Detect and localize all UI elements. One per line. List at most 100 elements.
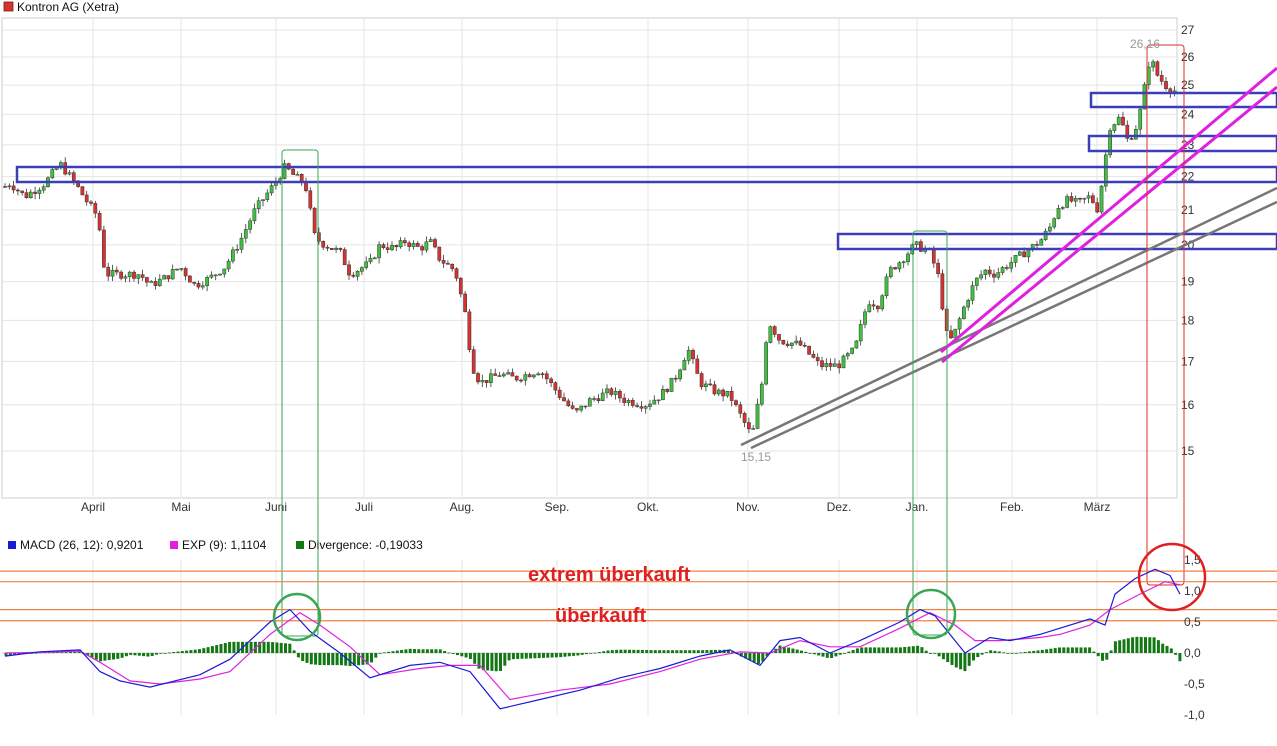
candle-up [858, 324, 863, 342]
divergence-bar [1083, 647, 1087, 653]
candle-up [1146, 66, 1151, 85]
divergence-bar [1066, 647, 1070, 653]
candle-up [962, 306, 966, 319]
candle-down [785, 343, 790, 346]
divergence-bar [1122, 639, 1126, 653]
candle-up [974, 277, 979, 286]
divergence-bar [284, 643, 287, 653]
candle-down [940, 273, 945, 310]
divergence-bar [658, 650, 662, 653]
candle-up [1151, 61, 1155, 68]
divergence-bar [1002, 652, 1006, 654]
candle-down [433, 239, 437, 248]
divergence-bar [486, 653, 490, 671]
candle-up [424, 241, 429, 251]
divergence-bar [709, 650, 713, 653]
candle-up [523, 374, 528, 381]
candle-up [368, 258, 373, 263]
x-tick-0: April [81, 500, 105, 514]
divergence-bar [185, 650, 189, 653]
candle-down [691, 349, 695, 360]
chart-title: Kontron AG (Xetra) [17, 0, 119, 14]
candle-down [11, 185, 16, 191]
divergence-bar [421, 649, 425, 653]
candle-up [794, 340, 799, 344]
candle-up [841, 355, 846, 369]
divergence-bar [941, 653, 945, 660]
divergence-bar [292, 650, 296, 653]
candle-down [308, 190, 313, 209]
candle-down [798, 340, 803, 346]
divergence-bar [671, 650, 674, 653]
divergence-bar [752, 653, 756, 663]
divergence-bar [503, 653, 507, 666]
candle-up [1060, 207, 1065, 209]
candle-up [656, 399, 661, 402]
candle-down [24, 192, 29, 198]
candle-down [876, 305, 880, 310]
label-overbought: überkauft [555, 605, 646, 627]
divergence-bar [314, 653, 318, 665]
divergence-bar [825, 653, 829, 658]
divergence-bar [107, 653, 111, 661]
divergence-bar [628, 649, 631, 653]
divergence-bar [395, 650, 399, 653]
candle-down [519, 379, 523, 382]
divergence-bar [219, 644, 223, 653]
candle-up [661, 389, 665, 401]
divergence-bar [327, 653, 330, 666]
x-tick-4: Aug. [450, 500, 475, 514]
divergence-bar [1079, 647, 1083, 653]
candle-up [1009, 262, 1014, 269]
candle-down [544, 373, 549, 380]
candle-down [97, 212, 102, 231]
divergence-bar [490, 653, 494, 671]
divergence-bar [567, 653, 571, 657]
divergence-bar [382, 652, 386, 654]
divergence-bar [507, 653, 511, 661]
divergence-bar [989, 650, 993, 653]
divergence-bar [877, 647, 881, 653]
divergence-bar [946, 653, 950, 663]
legend-divergence: Divergence: -0,19033 [308, 538, 423, 552]
divergence-bar [228, 641, 232, 653]
candle-down [321, 241, 326, 248]
divergence-bar [830, 653, 834, 658]
divergence-bar [1118, 640, 1122, 653]
divergence-bar [232, 641, 236, 653]
candle-up [755, 403, 760, 429]
candle-down [497, 375, 502, 377]
candle-up [213, 274, 218, 277]
macd-legend: MACD (26, 12): 0,9201 EXP (9): 1,1104 Di… [8, 538, 423, 552]
candle-down [747, 422, 751, 430]
divergence-bar [898, 647, 902, 653]
divergence-bar [413, 649, 416, 653]
candle-down [381, 244, 386, 248]
candle-down [540, 373, 545, 376]
divergence-bar [137, 653, 141, 656]
divergence-bar [907, 646, 911, 653]
candle-up [953, 328, 958, 339]
y-tick-27: 27 [1181, 23, 1195, 37]
legend-macd: MACD (26, 12): 0,9201 [20, 538, 144, 552]
candle-down [618, 391, 622, 399]
candle-down [394, 245, 399, 248]
divergence-bar [116, 653, 120, 659]
candle-up [686, 349, 691, 361]
divergence-bar [950, 653, 954, 665]
divergence-bar [400, 649, 404, 653]
candle-up [179, 268, 184, 270]
divergence-bar [1169, 648, 1173, 653]
candle-down [708, 383, 713, 386]
label-extreme-overbought: extrem überkauft [528, 564, 691, 586]
divergence-bar [335, 653, 339, 666]
x-tick-7: Nov. [736, 500, 760, 514]
candle-up [1017, 251, 1022, 256]
candle-up [235, 249, 240, 251]
divergence-bar [73, 651, 77, 653]
divergence-bar [645, 650, 649, 653]
divergence-bar [933, 653, 937, 654]
candle-down [106, 266, 111, 277]
divergence-bar [666, 650, 670, 653]
candle-up [914, 241, 919, 245]
